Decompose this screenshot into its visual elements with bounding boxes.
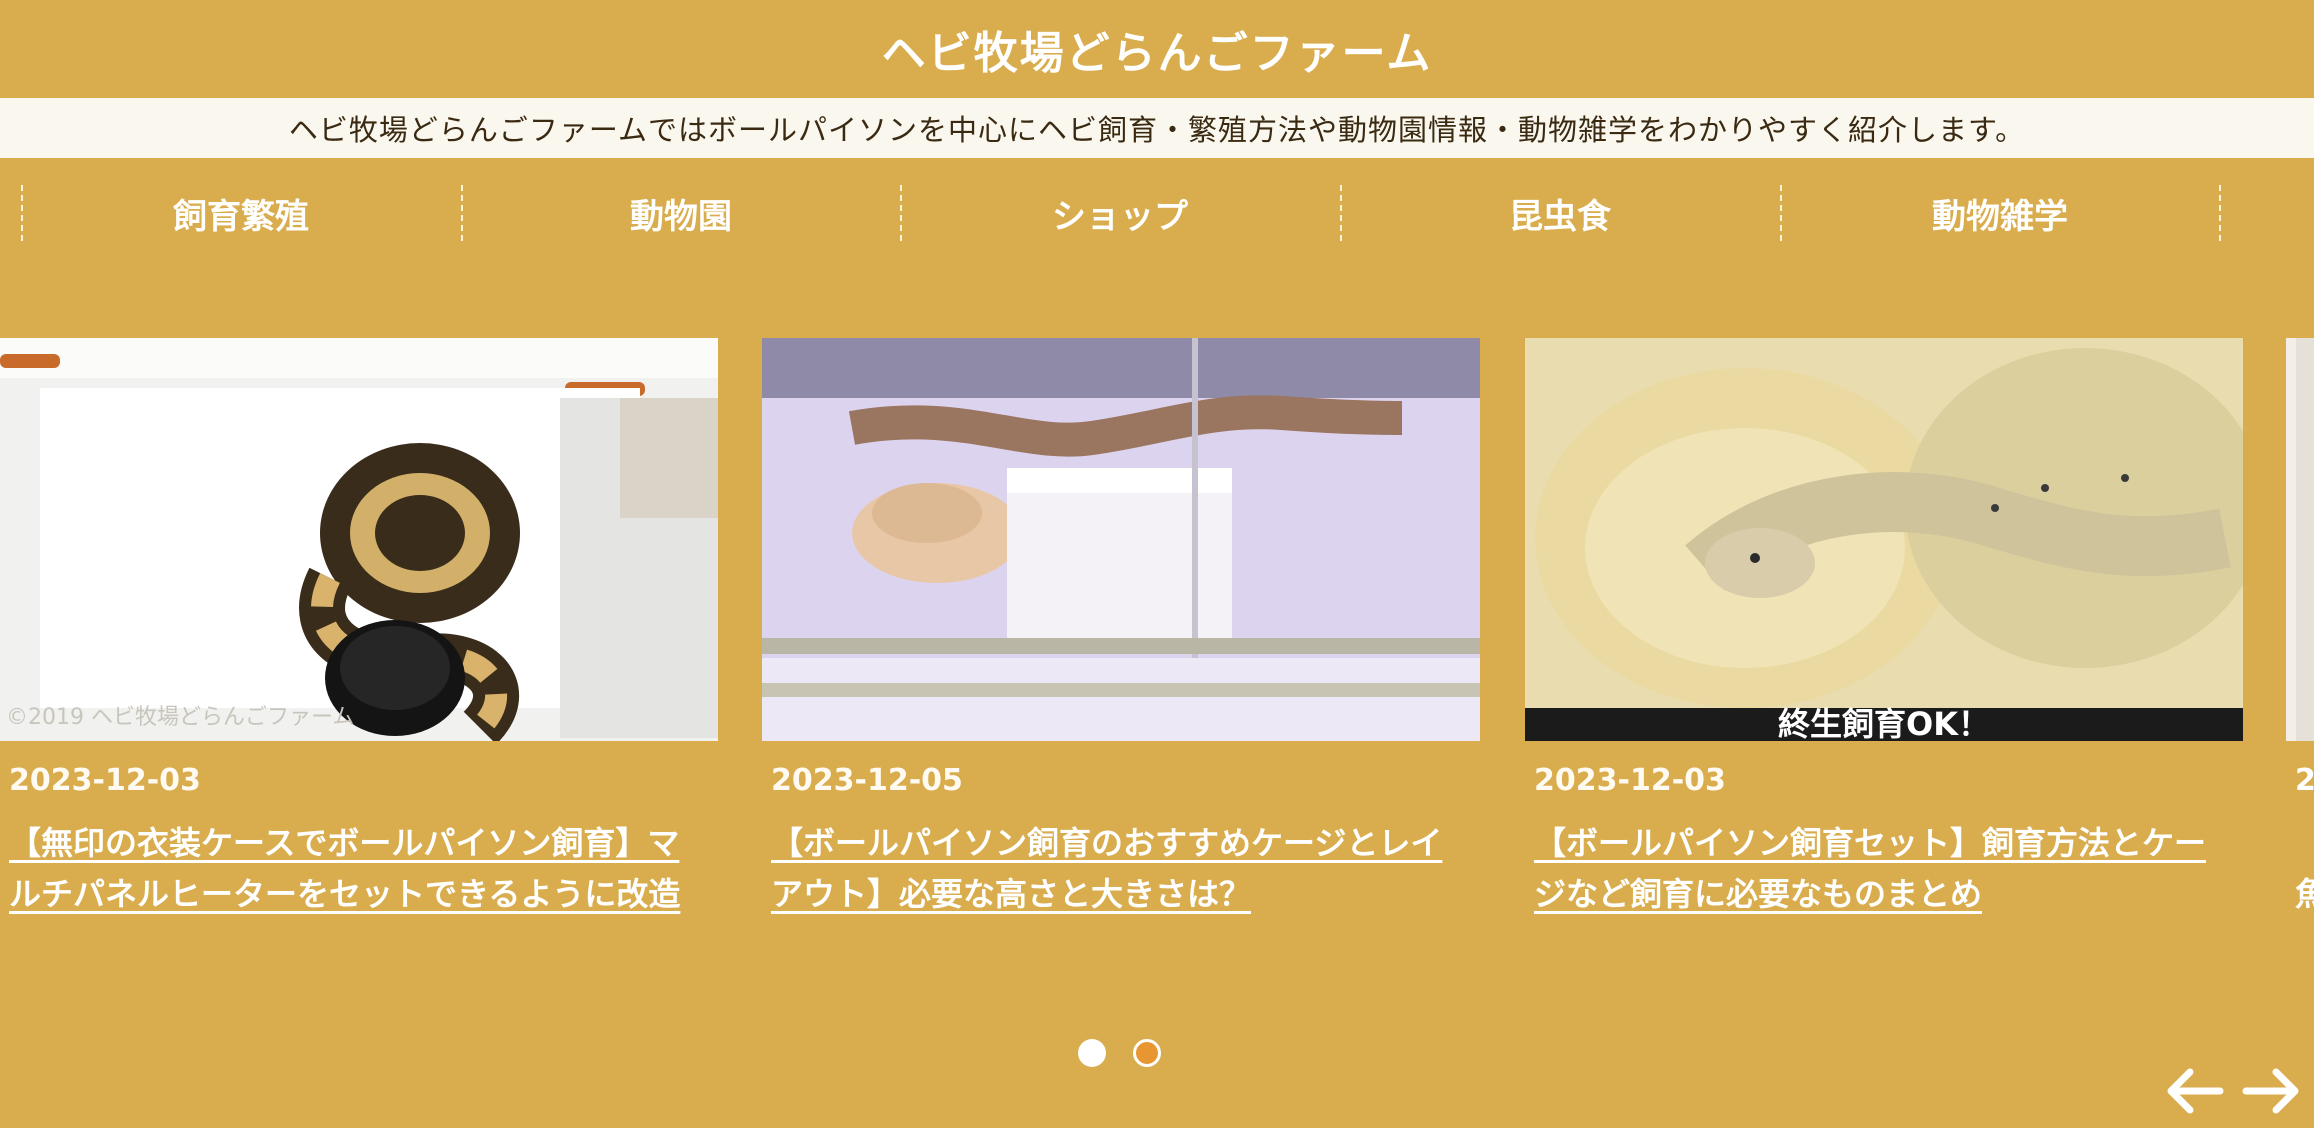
image-watermark: ©2019 ヘビ牧場どらんごファーム [6,705,354,730]
article-title-link[interactable]: 【ボールパイソン飼育セット】飼育方法とケージなど飼育に必要なものまとめ [1534,818,2224,920]
next-button[interactable] [2240,1060,2302,1122]
next-article-date: 2 [2295,763,2314,798]
arrow-right-icon [2242,1068,2299,1114]
nav-item-breeding[interactable]: 飼育繁殖 [22,185,460,241]
next-article-title-line2: 魚 [2295,875,2314,913]
article-date: 2023-12-05 [771,763,963,798]
nav-divider [2219,185,2221,241]
prev-button[interactable] [2164,1060,2226,1122]
article-title-link[interactable]: 【ボールパイソン飼育のおすすめケージとレイアウト】必要な高さと大きさは？ [771,818,1461,920]
article-date: 2023-12-03 [9,763,201,798]
tagline-text: ヘビ牧場どらんごファームではボールパイソンを中心にヘビ飼育・繁殖方法や動物園情報… [288,113,2026,147]
arrow-left-icon [2167,1068,2224,1114]
nav-item-shop[interactable]: ショップ [901,185,1339,241]
article-title-link[interactable]: 【無印の衣装ケースでボールパイソン飼育】マルチパネルヒーターをセットできるように… [9,818,699,920]
main-nav: 飼育繁殖 動物園 ショップ 昆虫食 動物雑学 [0,185,2314,241]
nav-item-animal-trivia[interactable]: 動物雑学 [1781,185,2219,241]
article-thumbnail[interactable]: ©2019 ヘビ牧場どらんごファーム [0,338,718,741]
article-date: 2023-12-03 [1534,763,1726,798]
next-article-title[interactable]: 【 魚 [2295,818,2314,920]
site-title[interactable]: ヘビ牧場どらんごファーム [0,0,2314,98]
slider-dot-2[interactable] [1133,1039,1161,1067]
image-caption: 終生飼育OK！ [1778,705,1990,741]
next-article-thumbnail[interactable] [2286,338,2314,741]
coiled-snake-image: 終生飼育OK！ [1525,338,2243,741]
site-tagline: ヘビ牧場どらんごファームではボールパイソンを中心にヘビ飼育・繁殖方法や動物園情報… [0,98,2314,158]
nav-item-zoo[interactable]: 動物園 [462,185,900,241]
next-article-title-line1: 【 [2295,824,2314,862]
article-thumbnail[interactable]: 終生飼育OK！ [1525,338,2243,741]
article-thumbnail[interactable] [762,338,1480,741]
snake-in-case-image: ©2019 ヘビ牧場どらんごファーム [0,338,718,741]
nav-item-insect-food[interactable]: 昆虫食 [1341,185,1779,241]
slider-dot-1[interactable] [1078,1039,1106,1067]
snake-cage-image [762,338,1480,741]
partial-thumbnail-image [2286,338,2314,741]
